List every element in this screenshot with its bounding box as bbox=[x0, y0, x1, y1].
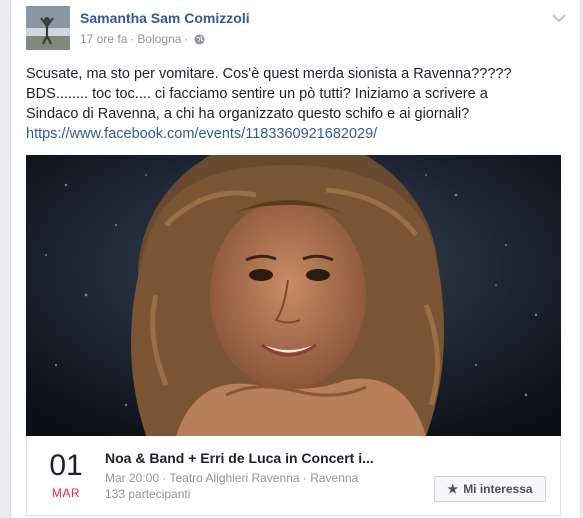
event-link[interactable]: https://www.facebook.com/events/11833609… bbox=[26, 126, 377, 142]
event-month: MAR bbox=[51, 486, 81, 500]
event-details: Mar 20:00 · Teatro Alighieri Ravenna · R… bbox=[105, 471, 359, 485]
post-text-line: BDS........ toc toc.... ci facciamo sent… bbox=[26, 86, 488, 102]
event-title[interactable]: Noa & Band + Erri de Luca in Concert i..… bbox=[105, 450, 405, 466]
feed-post: Samantha Sam Comizzoli 17 ore fa · Bolog… bbox=[10, 0, 581, 518]
event-day: 01 bbox=[49, 449, 83, 482]
event-card[interactable]: 01 MAR Noa & Band + Erri de Luca in Conc… bbox=[26, 436, 561, 516]
event-participants[interactable]: 133 partecipanti bbox=[105, 487, 190, 501]
post-text-line: Scusate, ma sto per vomitare. Cos'è ques… bbox=[26, 66, 512, 82]
post-location[interactable]: Bologna bbox=[137, 32, 181, 46]
post-time[interactable]: 17 ore fa bbox=[80, 32, 127, 46]
meta-separator: · bbox=[184, 32, 189, 46]
author-name[interactable]: Samantha Sam Comizzoli bbox=[80, 10, 250, 26]
chevron-down-icon[interactable] bbox=[552, 10, 566, 23]
interested-button[interactable]: ★ Mi interessa bbox=[434, 476, 546, 502]
event-cover-photo[interactable] bbox=[26, 155, 561, 436]
post-text-line: Sindaco di Ravenna, a chi ha organizzato… bbox=[26, 106, 470, 122]
post-text: Scusate, ma sto per vomitare. Cos'è ques… bbox=[26, 64, 566, 144]
star-icon: ★ bbox=[447, 482, 459, 496]
post-meta: 17 ore fa · Bologna · bbox=[80, 32, 205, 46]
globe-icon[interactable] bbox=[194, 33, 205, 45]
interested-button-label: Mi interessa bbox=[463, 482, 533, 496]
meta-separator: · bbox=[130, 32, 135, 46]
avatar[interactable] bbox=[26, 6, 70, 50]
